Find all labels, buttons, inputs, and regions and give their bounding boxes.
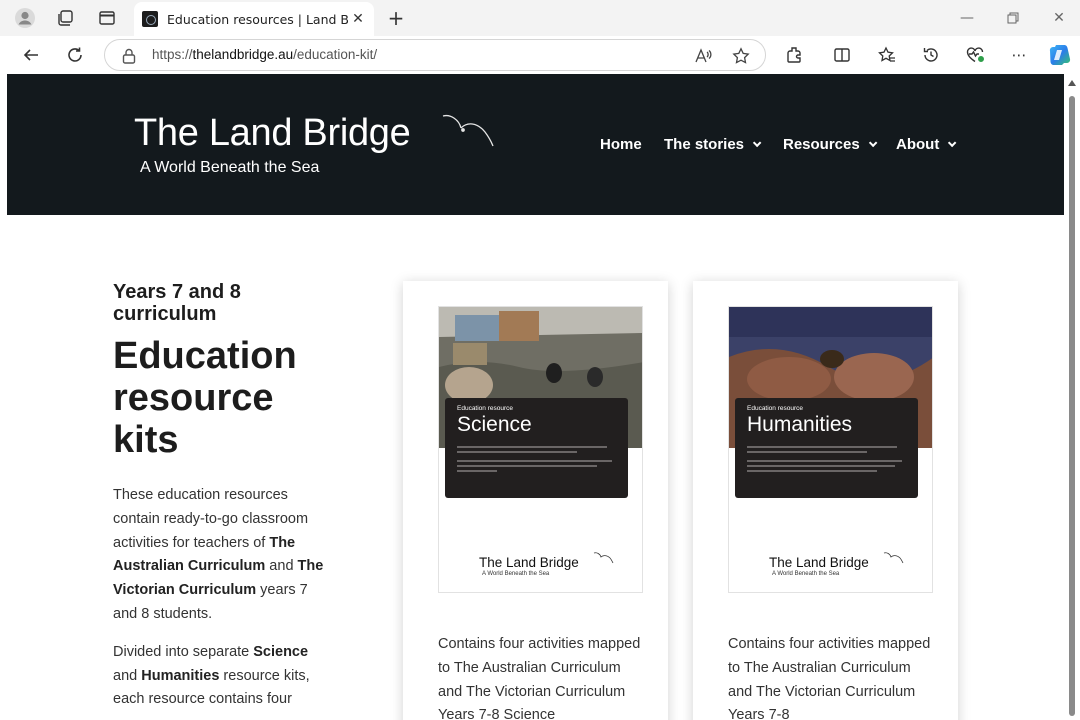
copilot-icon[interactable] — [1046, 41, 1074, 69]
workspaces-icon[interactable] — [53, 6, 77, 30]
bird-logo-icon — [883, 552, 904, 564]
site-logo-subtitle[interactable]: A World Beneath the Sea — [140, 159, 319, 177]
site-favicon-icon — [142, 11, 158, 27]
scrollbar-thumb[interactable] — [1069, 96, 1075, 716]
bird-logo-icon — [442, 114, 494, 147]
new-tab-icon[interactable]: + — [384, 6, 408, 30]
vertical-tabs-icon[interactable] — [95, 6, 119, 30]
science-kit-cover-image[interactable]: Education resource Science The Land Brid… — [438, 306, 643, 593]
site-logo-title[interactable]: The Land Bridge — [134, 112, 411, 155]
back-icon[interactable] — [17, 41, 45, 69]
split-screen-icon[interactable] — [828, 41, 856, 69]
chevron-down-icon — [948, 138, 957, 147]
refresh-icon[interactable] — [61, 41, 89, 69]
close-window-icon[interactable]: ✕ — [1036, 4, 1080, 32]
scroll-up-icon[interactable] — [1068, 80, 1076, 86]
page-viewport: The Land Bridge A World Beneath the Sea … — [0, 74, 1080, 720]
science-cover-title: Science — [457, 413, 532, 436]
nav-home[interactable]: Home — [600, 136, 642, 153]
science-cover-panel: Education resource Science — [445, 398, 628, 498]
favorites-icon[interactable] — [873, 41, 901, 69]
read-aloud-icon[interactable] — [693, 46, 713, 66]
chevron-down-icon — [868, 138, 878, 147]
humanities-cover-panel: Education resource Humanities — [735, 398, 918, 498]
tab-strip: Education resources | Land Bridge ✕ + — … — [0, 0, 1080, 36]
section-eyebrow: Years 7 and 8 curriculum — [113, 281, 241, 325]
site-header: The Land Bridge A World Beneath the Sea … — [7, 74, 1064, 215]
nav-the-stories[interactable]: The stories — [664, 136, 762, 153]
intro-paragraph-2: Divided into separate Science and Humani… — [113, 643, 310, 708]
address-bar[interactable]: https://thelandbridge.au/education-kit/ — [104, 39, 766, 71]
profile-icon[interactable] — [13, 6, 37, 30]
humanities-kit-cover-image[interactable]: Education resource Humanities The Land B… — [728, 306, 933, 593]
browser-essentials-icon[interactable] — [962, 41, 990, 69]
lock-icon[interactable] — [121, 47, 137, 65]
url-text[interactable]: https://thelandbridge.au/education-kit/ — [152, 47, 377, 62]
tab-active[interactable]: Education resources | Land Bridge ✕ — [134, 2, 374, 36]
more-options-icon[interactable]: ⋯ — [1005, 41, 1033, 69]
humanities-cover-title: Humanities — [747, 413, 853, 436]
humanities-cover-brand-sub: A World Beneath the Sea — [772, 571, 840, 577]
humanities-kit-card[interactable]: Education resource Humanities The Land B… — [693, 281, 958, 720]
science-kit-card[interactable]: Education resource Science The Land Brid… — [403, 281, 668, 720]
browser-window: Education resources | Land Bridge ✕ + — … — [0, 0, 1080, 720]
page-scrollbar[interactable] — [1064, 74, 1080, 720]
humanities-cover-brand: The Land Bridge — [769, 555, 869, 570]
intro-paragraph-1: These education resources contain ready-… — [113, 487, 324, 622]
extensions-icon[interactable] — [780, 41, 808, 69]
browser-toolbar: https://thelandbridge.au/education-kit/ … — [0, 36, 1080, 74]
science-cover-brand-sub: A World Beneath the Sea — [482, 571, 550, 577]
humanities-kit-description: Contains four activities mapped to The A… — [728, 636, 931, 720]
science-kit-description: Contains four activities mapped to The A… — [438, 636, 641, 720]
tab-title: Education resources | Land Bridge — [167, 11, 348, 27]
minimize-icon[interactable]: — — [944, 4, 990, 32]
intro-column: Years 7 and 8 curriculum Education resou… — [113, 281, 333, 712]
page-title: Education resource kits — [113, 335, 297, 461]
bird-logo-icon — [593, 552, 614, 564]
nav-about[interactable]: About — [896, 136, 957, 153]
tab-close-icon[interactable]: ✕ — [348, 9, 368, 29]
chevron-down-icon — [752, 138, 762, 147]
nav-resources[interactable]: Resources — [783, 136, 878, 153]
restore-icon[interactable] — [990, 4, 1036, 32]
science-cover-brand: The Land Bridge — [479, 555, 579, 570]
history-icon[interactable] — [917, 41, 945, 69]
favorite-star-icon[interactable] — [731, 46, 751, 66]
